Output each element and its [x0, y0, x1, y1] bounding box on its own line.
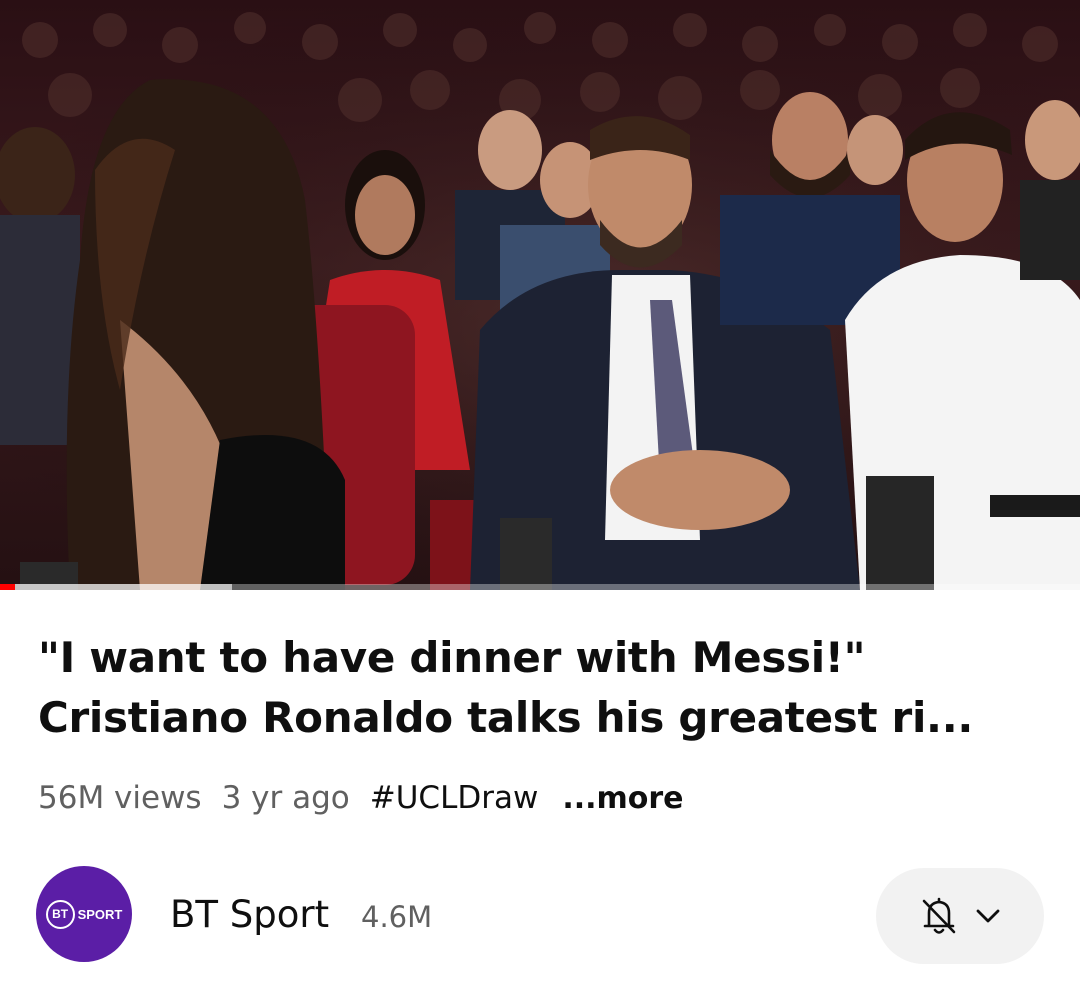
video-player[interactable] [0, 0, 1080, 590]
progress-bar[interactable] [0, 584, 1080, 590]
video-title-line1: "I want to have dinner with Messi!" [38, 633, 866, 682]
bt-logo-text: BT [45, 899, 75, 929]
upload-age: 3 yr ago [221, 780, 350, 816]
hashtag-link[interactable]: #UCLDraw [370, 780, 539, 816]
bt-sport-logo: BT SPORT [45, 899, 123, 929]
video-frame [0, 0, 1080, 590]
more-button[interactable]: ...more [562, 781, 683, 816]
video-meta-row[interactable]: 56M views 3 yr ago #UCLDraw ...more [38, 776, 704, 820]
chevron-down-icon [975, 907, 1001, 925]
video-title[interactable]: "I want to have dinner with Messi!" Cris… [38, 628, 1048, 748]
video-title-line2: Cristiano Ronaldo talks his greatest ri.… [38, 693, 974, 742]
channel-name[interactable]: BT Sport [170, 893, 329, 936]
bell-off-icon [919, 895, 959, 937]
progress-buffered [0, 584, 233, 590]
channel-avatar[interactable]: BT SPORT [36, 866, 132, 962]
view-count: 56M views [38, 780, 202, 816]
sport-logo-text: SPORT [77, 906, 123, 922]
progress-played [0, 584, 16, 590]
subscriber-count: 4.6M [361, 900, 433, 934]
notification-settings-button[interactable] [876, 868, 1044, 964]
